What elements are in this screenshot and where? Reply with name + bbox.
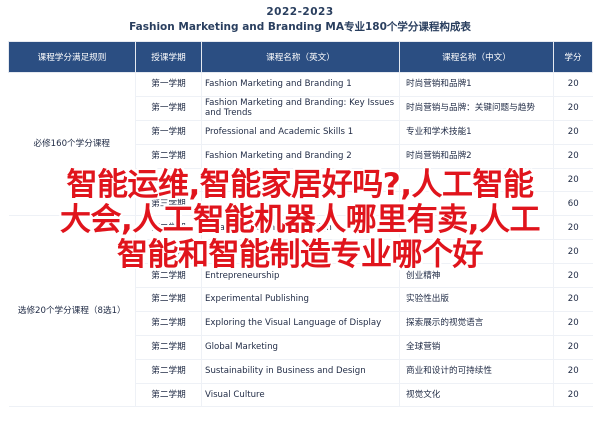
course-name-en: Sustainability in Business and Design — [201, 359, 400, 384]
course-name-en: Exploring the Visual Language of Display — [201, 311, 400, 336]
course-name-cn: 视觉文化 — [399, 383, 554, 408]
col-header-rule: 课程学分满足规则 — [8, 41, 136, 73]
table-row: 必修160个学分课程 第一学期 Fashion Marketing and Br… — [8, 72, 593, 217]
term-cell: 第二学期 — [135, 311, 202, 336]
course-name-cn: 时尚营销和品牌2 — [399, 144, 554, 169]
col-header-name-en: 课程名称（英文） — [201, 41, 400, 73]
credits-cell: 20 — [553, 96, 593, 121]
overlay-line-2: 大会,人工智能机器人哪里有卖,人工 — [59, 202, 541, 238]
col-header-name-cn: 课程名称（中文） — [399, 41, 554, 73]
credits-cell: 20 — [553, 311, 593, 336]
course-name-en: Fashion Marketing and Branding 1 — [201, 72, 400, 97]
credits-cell: 20 — [553, 359, 593, 384]
course-name-cn: 专业和学术技能1 — [399, 120, 554, 145]
term-cell: 第二学期 — [135, 383, 202, 408]
course-name-en: Fashion Marketing and Branding 2 — [201, 144, 400, 169]
term-cell: 第二学期 — [135, 144, 202, 169]
term-cell: 第一学期 — [135, 72, 202, 97]
credits-cell: 20 — [553, 287, 593, 312]
course-name-cn: 全球营销 — [399, 335, 554, 360]
term-cell: 第二学期 — [135, 335, 202, 360]
col-header-credits: 学分 — [553, 41, 593, 73]
course-name-cn: 时尚营销与品牌：关键问题与趋势 — [399, 96, 554, 121]
course-name-en: Experimental Publishing — [201, 287, 400, 312]
course-name-cn: 探索展示的视觉语言 — [399, 311, 554, 336]
term-cell: 第二学期 — [135, 287, 202, 312]
col-header-term: 授课学期 — [135, 41, 202, 73]
course-name-cn: 实验性出版 — [399, 287, 554, 312]
term-cell: 第一学期 — [135, 120, 202, 145]
credits-cell: 20 — [553, 383, 593, 408]
course-name-en: Professional and Academic Skills 1 — [201, 120, 400, 145]
course-name-en: Visual Culture — [201, 383, 400, 408]
course-name-cn: 商业和设计的可持续性 — [399, 359, 554, 384]
overlay-line-3: 智能和智能制造专业哪个好 — [117, 237, 484, 273]
course-name-en: Global Marketing — [201, 335, 400, 360]
page-year: 2022-2023 — [266, 6, 334, 18]
page: 2022-2023 Fashion Marketing and Branding… — [0, 0, 600, 435]
term-cell: 第一学期 — [135, 96, 202, 121]
course-name-en: Fashion Marketing and Branding: Key Issu… — [201, 96, 400, 121]
overlay-line-1: 智能运维,智能家居好吗?,人工智能 — [66, 167, 534, 203]
credits-cell: 20 — [553, 120, 593, 145]
credits-cell: 20 — [553, 335, 593, 360]
table-header-row: 课程学分满足规则 授课学期 课程名称（英文） 课程名称（中文） 学分 — [8, 41, 593, 73]
term-cell: 第二学期 — [135, 359, 202, 384]
credits-cell: 20 — [553, 72, 593, 97]
page-title: Fashion Marketing and Branding MA专业180个学… — [129, 21, 471, 33]
credits-cell: 20 — [553, 144, 593, 169]
course-name-cn: 时尚营销和品牌1 — [399, 72, 554, 97]
overlay-headline: 智能运维,智能家居好吗?,人工智能 大会,人工智能机器人哪里有卖,人工 智能和智… — [0, 168, 600, 273]
